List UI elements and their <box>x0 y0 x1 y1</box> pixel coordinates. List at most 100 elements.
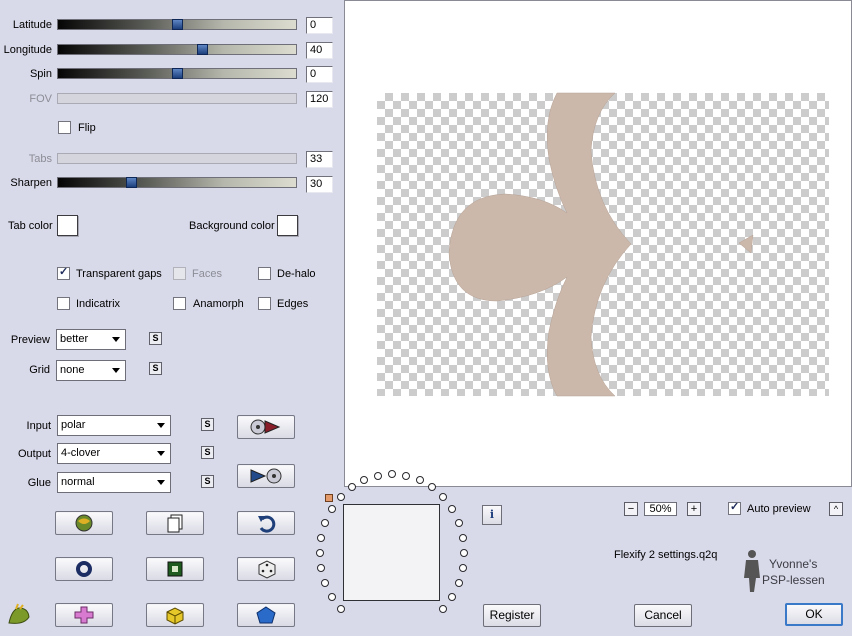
rotation-dot[interactable] <box>317 564 326 573</box>
tabs-slider <box>57 153 297 164</box>
rotation-dot[interactable] <box>438 604 447 613</box>
glue-value: normal <box>61 476 95 488</box>
background-color-swatch[interactable] <box>277 215 298 236</box>
latitude-input[interactable]: 0 <box>306 17 333 34</box>
rotation-dot[interactable] <box>337 493 346 502</box>
fov-input[interactable]: 120 <box>306 91 333 108</box>
longitude-slider-thumb[interactable] <box>197 44 208 55</box>
random-dice-button[interactable] <box>237 557 295 581</box>
longitude-label: Longitude <box>3 44 52 56</box>
watermark-line2: PSP-lessen <box>762 573 825 587</box>
output-save-button[interactable]: S <box>201 446 214 459</box>
output-select[interactable]: 4-clover <box>57 443 171 464</box>
glue-select[interactable]: normal <box>57 472 171 493</box>
randomize-button[interactable] <box>55 511 113 535</box>
register-button[interactable]: Register <box>483 604 541 627</box>
rotation-dot[interactable] <box>321 579 330 588</box>
square-frame-icon <box>167 561 183 577</box>
rotation-dot[interactable] <box>438 493 447 502</box>
spin-label: Spin <box>29 68 52 80</box>
navigator-thumbnail[interactable] <box>343 504 440 601</box>
preview-quality-select[interactable]: better <box>56 329 126 350</box>
dice-icon <box>258 560 276 579</box>
circle-button[interactable] <box>55 557 113 581</box>
anamorph-checkbox[interactable] <box>173 297 186 310</box>
pentagon-button[interactable] <box>237 603 295 627</box>
grid-select[interactable]: none <box>56 360 126 381</box>
rotation-dot[interactable] <box>328 592 337 601</box>
transparent-gaps-checkbox[interactable]: ✓ <box>57 266 70 280</box>
rotation-dot[interactable] <box>447 505 456 514</box>
sharpen-slider[interactable] <box>57 177 297 188</box>
indicatrix-label: Indicatrix <box>76 298 121 310</box>
rotation-dot[interactable] <box>316 549 324 557</box>
tab-color-label: Tab color <box>8 220 53 232</box>
rotation-dot[interactable] <box>447 592 456 601</box>
preview-canvas[interactable] <box>344 0 852 487</box>
copy-button[interactable] <box>146 511 204 535</box>
spin-slider-thumb[interactable] <box>172 68 183 79</box>
edges-checkbox[interactable] <box>258 297 271 310</box>
input-image-button[interactable] <box>237 415 295 439</box>
rotation-dot[interactable] <box>454 579 463 588</box>
background-color-label: Background color <box>189 220 275 232</box>
fov-slider <box>57 93 297 104</box>
longitude-input[interactable]: 40 <box>306 42 333 59</box>
flip-label: Flip <box>78 122 96 134</box>
watermark-figure-icon <box>738 548 766 594</box>
latitude-label: Latitude <box>12 19 52 31</box>
rotation-dot[interactable] <box>328 505 337 514</box>
document-icon <box>167 514 183 533</box>
undo-button[interactable] <box>237 511 295 535</box>
check-icon: ✓ <box>730 501 740 513</box>
longitude-slider[interactable] <box>57 44 297 55</box>
tab-color-swatch[interactable] <box>57 215 78 236</box>
collapse-button[interactable]: ^ <box>829 502 843 516</box>
rotation-dot[interactable] <box>428 483 436 492</box>
rotation-dot[interactable] <box>317 533 326 542</box>
spin-slider[interactable] <box>57 68 297 79</box>
auto-preview-checkbox[interactable]: ✓ <box>728 501 741 515</box>
output-image-button[interactable] <box>237 464 295 488</box>
flip-checkbox[interactable] <box>58 121 71 134</box>
grid-save-button[interactable]: S <box>149 362 162 375</box>
cube-button[interactable] <box>146 603 204 627</box>
glue-label: Glue <box>27 477 51 489</box>
orientation-handle-icon[interactable] <box>325 494 333 502</box>
input-save-button[interactable]: S <box>201 418 214 431</box>
flexify-logo-icon <box>6 603 32 627</box>
rotation-dot[interactable] <box>458 533 467 542</box>
sharpen-slider-thumb[interactable] <box>126 177 137 188</box>
rotation-dot[interactable] <box>415 476 424 484</box>
rotation-dot[interactable] <box>337 604 346 613</box>
info-button[interactable]: i <box>482 505 502 525</box>
rotation-dot[interactable] <box>402 471 411 480</box>
indicatrix-checkbox[interactable] <box>57 297 70 310</box>
rotation-dot[interactable] <box>460 549 468 557</box>
de-halo-checkbox[interactable] <box>258 267 271 280</box>
rotation-dot[interactable] <box>321 518 330 527</box>
zoom-in-button[interactable]: + <box>687 502 701 516</box>
rotation-dot[interactable] <box>373 471 382 480</box>
latitude-slider[interactable] <box>57 19 297 30</box>
frame-button[interactable] <box>146 557 204 581</box>
input-select[interactable]: polar <box>57 415 171 436</box>
chevron-down-icon <box>112 337 120 342</box>
sharpen-input[interactable]: 30 <box>306 176 333 193</box>
spin-input[interactable]: 0 <box>306 66 333 83</box>
tabs-input[interactable]: 33 <box>306 151 333 168</box>
rotation-dot[interactable] <box>454 518 463 527</box>
rotation-dot[interactable] <box>388 470 396 478</box>
plus-icon: + <box>690 503 698 515</box>
fov-label: FOV <box>29 93 52 105</box>
rotation-dot[interactable] <box>347 483 356 492</box>
cross-button[interactable] <box>55 603 113 627</box>
de-halo-label: De-halo <box>277 268 316 280</box>
preview-save-button[interactable]: S <box>149 332 162 345</box>
zoom-out-button[interactable]: − <box>624 502 638 516</box>
ok-button[interactable]: OK <box>785 603 843 626</box>
latitude-slider-thumb[interactable] <box>172 19 183 30</box>
glue-save-button[interactable]: S <box>201 475 214 488</box>
cancel-button[interactable]: Cancel <box>634 604 692 627</box>
rotation-dot[interactable] <box>458 564 467 573</box>
